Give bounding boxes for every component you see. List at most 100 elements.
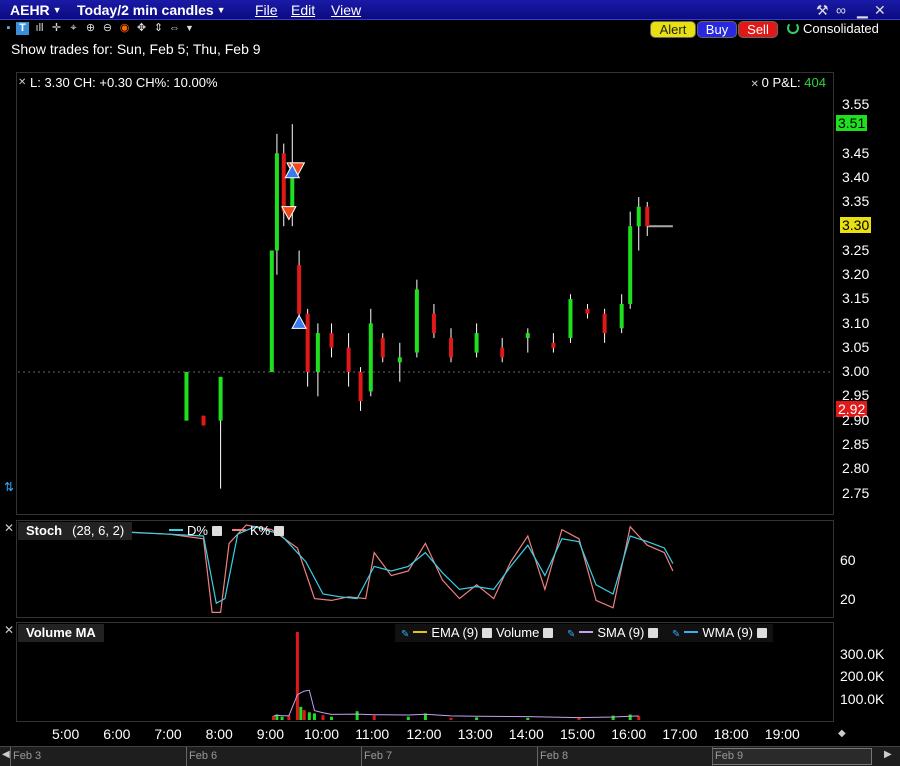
buy-marker — [291, 314, 307, 329]
candle-body — [358, 372, 363, 402]
price-tick: 3.55 — [842, 96, 870, 112]
candle-body — [500, 347, 505, 358]
time-tick: 15:00 — [560, 726, 596, 742]
price-tick: 3.35 — [842, 193, 870, 209]
price-tick: 2.85 — [842, 436, 870, 452]
scroll-right-icon[interactable]: ▶ — [884, 749, 892, 760]
stoch-tick: 20 — [840, 591, 856, 607]
price-tick: 2.80 — [842, 460, 870, 476]
stoch-title: Stoch (28, 6, 2) — [18, 522, 133, 540]
date-label: Feb 8 — [540, 750, 569, 762]
date-tick — [537, 747, 538, 766]
time-tick: 9:00 — [256, 726, 285, 742]
candle-body — [346, 347, 351, 372]
time-tick: 17:00 — [662, 726, 698, 742]
volume-tick: 200.0K — [840, 668, 885, 684]
candle-body — [602, 313, 607, 334]
candle-body — [619, 303, 624, 329]
last-price-tag: 3.30 — [840, 217, 872, 233]
price-tick: 3.15 — [842, 290, 870, 306]
candle-body — [551, 342, 556, 348]
candle-body — [431, 313, 436, 334]
time-tick: 10:00 — [304, 726, 340, 742]
candle-body — [397, 357, 402, 363]
checkbox-icon[interactable] — [543, 628, 554, 638]
volume-tick: 100.0K — [840, 691, 885, 707]
stoch-legend-k: K% — [228, 523, 285, 538]
candle-body — [281, 153, 286, 212]
candle-body — [315, 333, 320, 372]
candle-body — [449, 337, 453, 358]
close-volume-icon[interactable]: ✕ — [4, 623, 14, 637]
candle-body — [568, 299, 573, 338]
date-tick — [712, 747, 713, 766]
time-axis-menu-icon[interactable]: ◆ — [838, 728, 846, 739]
settings-icon[interactable]: ✎ — [401, 629, 409, 640]
line-swatch — [169, 529, 183, 531]
time-tick: 11:00 — [355, 726, 390, 742]
candle-body — [329, 333, 334, 348]
legend-ema: EMA (9) — [431, 625, 479, 640]
legend-sma: SMA (9) — [597, 625, 645, 640]
settings-icon[interactable]: ✎ — [672, 629, 680, 640]
volume-legend: ✎ EMA (9) Volume ✎ SMA (9) ✎ WMA (9) — [395, 624, 773, 642]
time-tick: 19:00 — [764, 726, 800, 742]
candle-body — [474, 333, 479, 353]
price-tick: 3.10 — [842, 315, 870, 331]
date-label: Feb 7 — [364, 750, 393, 762]
legend-wma: WMA (9) — [702, 625, 753, 640]
line-swatch — [413, 631, 428, 633]
price-tick: 3.20 — [842, 266, 870, 282]
close-stoch-icon[interactable]: ✕ — [4, 521, 14, 535]
date-label: Feb 9 — [715, 750, 744, 762]
candle-body — [645, 206, 650, 227]
stoch-panel[interactable] — [16, 520, 834, 618]
volume-title: Volume MA — [18, 624, 104, 642]
high-price-tag: 3.51 — [836, 115, 868, 131]
price-tick: 3.40 — [842, 169, 870, 185]
checkbox-icon[interactable] — [756, 628, 767, 638]
volume-tick: 300.0K — [840, 646, 885, 662]
time-tick: 14:00 — [508, 726, 544, 742]
time-tick: 5:00 — [52, 726, 80, 742]
time-tick: 6:00 — [103, 726, 131, 742]
time-tick: 16:00 — [611, 726, 647, 742]
time-tick: 8:00 — [205, 726, 233, 742]
price-tick: 3.00 — [842, 363, 870, 379]
line-swatch — [684, 631, 699, 633]
date-tick — [186, 747, 187, 766]
date-scroller[interactable]: ◀ Feb 3 Feb 6 Feb 7 Feb 8 Feb 9 ▶ — [0, 746, 900, 766]
candle-body — [380, 337, 385, 358]
date-label: Feb 6 — [189, 750, 218, 762]
time-tick: 12:00 — [406, 726, 442, 742]
date-tick — [361, 747, 362, 766]
stoch-legend-d: D% — [165, 523, 222, 538]
checkbox-icon[interactable] — [274, 526, 285, 536]
time-tick: 7:00 — [154, 726, 182, 742]
price-tick: 3.45 — [842, 145, 870, 161]
candle-body — [414, 289, 419, 353]
date-label: Feb 3 — [13, 750, 42, 762]
checkbox-icon[interactable] — [648, 628, 659, 638]
collapse-icon[interactable]: ⇅ — [4, 480, 14, 494]
line-swatch — [579, 631, 594, 633]
checkbox-icon[interactable] — [482, 628, 493, 638]
candle-body — [525, 333, 530, 338]
candle-body — [297, 265, 302, 314]
candle-body — [368, 323, 373, 392]
price-tick: 3.05 — [842, 339, 870, 355]
line-swatch — [232, 529, 246, 531]
legend-volume: Volume — [495, 625, 540, 640]
candle-body — [305, 313, 310, 372]
time-tick: 13:00 — [457, 726, 493, 742]
candle-body — [274, 153, 279, 251]
settings-icon[interactable]: ✎ — [567, 629, 575, 640]
checkbox-icon[interactable] — [211, 526, 222, 536]
candle-body — [628, 226, 633, 304]
candle-body — [184, 372, 189, 421]
k-label: K% — [250, 523, 271, 538]
date-tick — [10, 747, 11, 766]
price-tick: 2.75 — [842, 485, 870, 501]
scroll-left-icon[interactable]: ◀ — [2, 749, 10, 760]
candle-body — [201, 415, 206, 426]
